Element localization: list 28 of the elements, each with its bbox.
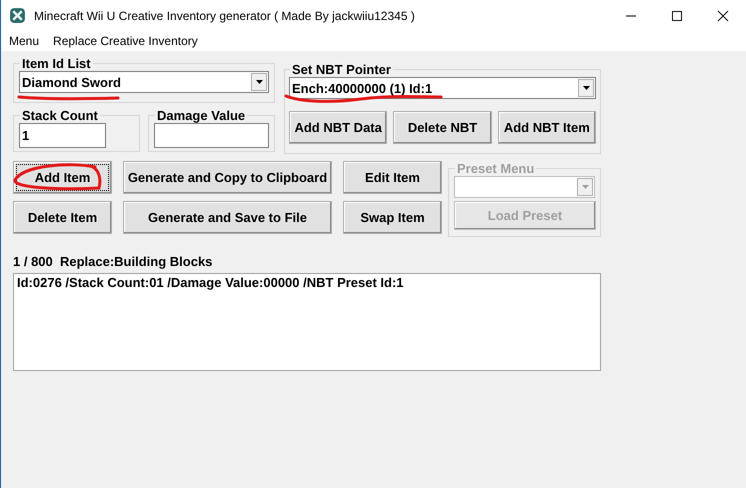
list-item[interactable]: Id:0276 /Stack Count:01 /Damage Value:00000 /NBT Preset Id:1 — [17, 275, 597, 290]
nbt-pointer-dropdown[interactable]: Ench:40000000 (1) Id:1 — [289, 77, 596, 99]
dropdown-arrow-icon — [582, 185, 588, 189]
close-icon[interactable] — [717, 10, 729, 22]
status-label: 1 / 800 Replace:Building Blocks — [13, 253, 214, 270]
menu-item[interactable]: Menu — [9, 34, 40, 48]
nbt-button[interactable]: Delete NBT — [393, 111, 492, 144]
action-button[interactable]: Edit Item — [343, 161, 442, 194]
damage-value-field[interactable] — [154, 123, 269, 148]
menu-item[interactable]: Replace Creative Inventory — [53, 34, 198, 48]
maximize-icon[interactable] — [671, 10, 683, 22]
action-button[interactable]: Generate and Save to File — [123, 201, 332, 234]
action-button[interactable]: Generate and Copy to Clipboard — [123, 161, 332, 194]
group-label: Set NBT Pointer — [291, 62, 392, 77]
nbt-button[interactable]: Add NBT Item — [498, 111, 596, 144]
group-label: Preset Menu — [456, 161, 536, 176]
nbt-button[interactable]: Add NBT Data — [289, 111, 388, 144]
group-label: Damage Value — [156, 108, 246, 123]
action-button[interactable]: Swap Item — [343, 201, 442, 234]
group-label: Stack Count — [21, 108, 99, 123]
action-button[interactable]: Delete Item — [13, 201, 112, 234]
stack-count-field[interactable]: 1 — [19, 123, 106, 148]
item-id-dropdown[interactable]: Diamond Sword — [19, 71, 269, 93]
window-title: Minecraft Wii U Creative Inventory generator ( Made By jackwiiu12345 ) — [34, 8, 415, 22]
dropdown-arrow-icon — [582, 86, 590, 90]
group-label: Item Id List — [21, 56, 92, 71]
dropdown-arrow-icon — [256, 80, 262, 84]
app-icon — [9, 7, 26, 24]
